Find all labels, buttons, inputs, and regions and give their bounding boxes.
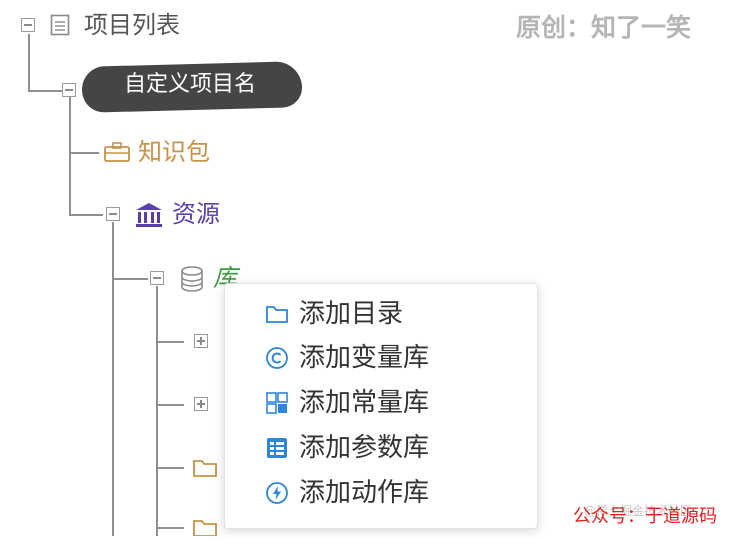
tree-connector <box>28 34 30 92</box>
folder-icon <box>192 458 218 478</box>
tree-connector <box>112 222 114 536</box>
menu-item-add-constant-library[interactable]: 添加常量库 <box>225 381 537 425</box>
tree-connector <box>69 96 71 216</box>
tree-node-resource[interactable]: 资源 <box>172 202 220 226</box>
credit-text: 公众号：于道源码 <box>573 506 717 527</box>
copyright-c-icon <box>265 346 289 370</box>
expand-toggle[interactable] <box>194 334 208 348</box>
menu-item-label: 添加变量库 <box>299 343 430 373</box>
menu-item-label: 添加参数库 <box>299 433 430 463</box>
context-menu: 添加目录 添加变量库 添加常量库 添加参数库 添加动作库 <box>224 283 538 529</box>
menu-item-label: 添加动作库 <box>299 478 430 508</box>
menu-item-add-action-library[interactable]: 添加动作库 <box>225 471 537 515</box>
tree-connector <box>156 404 184 406</box>
tree-connector <box>156 467 184 469</box>
expand-toggle[interactable] <box>194 397 208 411</box>
lightning-icon <box>265 481 289 505</box>
tree-connector <box>69 214 103 216</box>
list-icon <box>50 14 70 36</box>
tree-connector <box>156 527 184 529</box>
collapse-toggle[interactable] <box>21 18 35 32</box>
bank-icon <box>134 201 164 229</box>
collapse-toggle[interactable] <box>106 207 120 221</box>
menu-item-add-parameter-library[interactable]: 添加参数库 <box>225 426 537 470</box>
collapse-toggle[interactable] <box>62 83 76 97</box>
tree-connector <box>156 341 184 343</box>
menu-item-add-variable-library[interactable]: 添加变量库 <box>225 336 537 380</box>
project-label[interactable]: 自定义项目名 <box>124 74 256 96</box>
tree-connector <box>112 278 148 280</box>
watermark-text: 原创：知了一笑 <box>516 13 692 42</box>
menu-item-label: 添加常量库 <box>299 388 430 418</box>
tree-connector <box>28 90 62 92</box>
menu-item-add-directory[interactable]: 添加目录 <box>225 292 537 336</box>
table-list-icon <box>265 436 289 460</box>
database-icon <box>179 265 205 293</box>
folder-icon <box>265 302 289 326</box>
tree-connector <box>69 152 99 154</box>
tree-root-label[interactable]: 项目列表 <box>84 13 180 37</box>
folder-icon <box>192 518 218 537</box>
briefcase-icon <box>103 141 131 163</box>
collapse-toggle[interactable] <box>150 271 164 285</box>
tree-node-knowledge[interactable]: 知识包 <box>138 140 210 164</box>
grid-blocks-icon <box>265 391 289 415</box>
tree-connector <box>156 286 158 536</box>
menu-item-label: 添加目录 <box>299 299 404 329</box>
